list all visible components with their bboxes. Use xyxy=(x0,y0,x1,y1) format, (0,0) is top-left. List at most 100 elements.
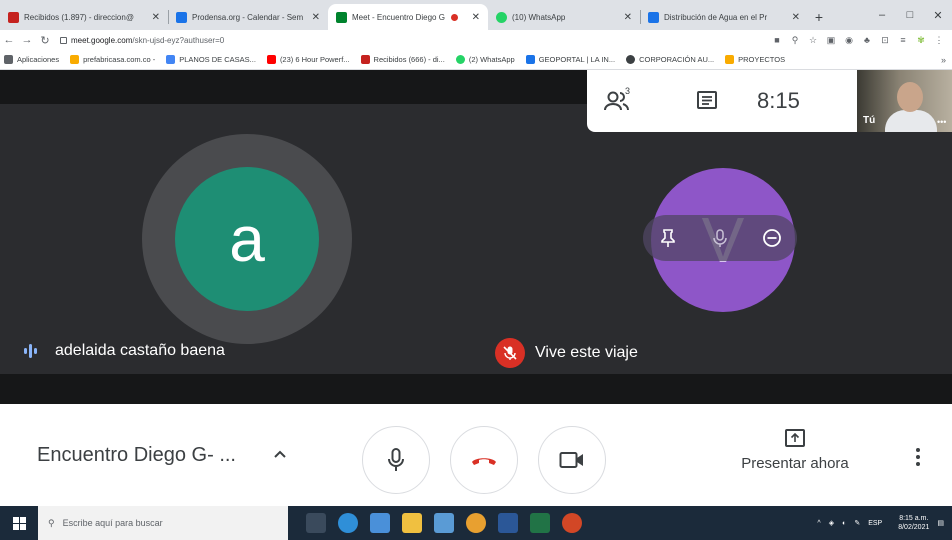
star-icon[interactable]: ☆ xyxy=(804,35,822,46)
bookmarks-overflow-icon[interactable]: » xyxy=(941,55,952,65)
zoom-icon[interactable]: ⚲ xyxy=(786,35,804,46)
tab-title: Recibidos (1.897) - direccion@ xyxy=(24,12,134,22)
cast-icon[interactable]: ⊡ xyxy=(876,35,894,46)
participants-button[interactable]: 3 xyxy=(587,86,647,112)
globe-icon xyxy=(626,55,636,64)
windows-start-button[interactable] xyxy=(0,516,38,530)
chrome-icon[interactable] xyxy=(466,513,486,533)
window-controls: – □ ✕ xyxy=(868,0,952,30)
mic-off-icon xyxy=(495,338,525,368)
camera-button[interactable] xyxy=(538,426,606,494)
extension-icon[interactable]: ◉ xyxy=(840,35,858,46)
close-window-button[interactable]: ✕ xyxy=(924,9,952,22)
extension-icon[interactable]: ≡ xyxy=(894,35,912,45)
browser-tab-active[interactable]: Meet - Encuentro Diego G ✕ xyxy=(328,4,488,30)
chat-icon xyxy=(697,91,717,109)
browser-tab[interactable]: Recibidos (1.897) - direccion@ ✕ xyxy=(0,4,168,30)
stage-bottom-bar xyxy=(0,374,952,404)
whatsapp-icon xyxy=(455,55,465,64)
google-icon xyxy=(166,55,176,64)
bookmark-apps[interactable]: Aplicaciones xyxy=(4,55,59,64)
extension-icon[interactable]: ♣ xyxy=(858,35,876,45)
back-arrow-icon[interactable]: ← xyxy=(0,34,18,46)
pen-icon[interactable]: ✎ xyxy=(854,519,860,527)
taskbar-clock[interactable]: 8:15 a.m. 8/02/2021 xyxy=(890,514,929,532)
bookmark[interactable]: GEOPORTAL | LA IN... xyxy=(525,55,616,64)
store-icon[interactable] xyxy=(370,513,390,533)
self-more-icon[interactable]: ••• xyxy=(937,117,946,127)
meeting-controls: Encuentro Diego G- ... Presentar ahora xyxy=(0,404,952,506)
participant-name: Vive este viaje xyxy=(535,344,638,361)
network-icon[interactable]: ◈ xyxy=(829,519,834,527)
bookmark[interactable]: (2) WhatsApp xyxy=(455,55,515,64)
participant-name-right: Vive este viaje xyxy=(495,338,638,368)
self-video-body xyxy=(885,110,937,132)
bookmark[interactable]: PLANOS DE CASAS... xyxy=(166,55,256,64)
profile-icon[interactable]: ✾ xyxy=(912,35,930,46)
url-field[interactable]: meet.google.com/skn-ujsd-eyz?authuser=0 xyxy=(60,36,224,45)
bookmark[interactable]: PROYECTOS xyxy=(725,55,785,64)
close-tab-icon[interactable]: ✕ xyxy=(146,12,160,23)
browser-tab[interactable]: Prodensa.org - Calendar - Sem ✕ xyxy=(168,4,328,30)
forward-arrow-icon[interactable]: → xyxy=(18,34,36,46)
hang-up-button[interactable] xyxy=(450,426,518,494)
bookmark-label: PLANOS DE CASAS... xyxy=(179,55,256,64)
minimize-button[interactable]: – xyxy=(868,9,896,21)
self-view-tile[interactable]: Tú ••• xyxy=(857,70,952,132)
close-tab-icon[interactable]: ✕ xyxy=(466,12,480,23)
speaking-indicator-icon xyxy=(24,344,39,358)
participant-name: adelaida castaño baena xyxy=(55,342,225,359)
reload-icon[interactable]: ↻ xyxy=(36,34,54,47)
notifications-icon[interactable]: ▤ xyxy=(937,519,944,527)
mute-participant-icon[interactable] xyxy=(709,227,731,249)
more-options-icon[interactable] xyxy=(916,446,920,467)
maximize-button[interactable]: □ xyxy=(896,9,924,21)
meeting-title[interactable]: Encuentro Diego G- ... xyxy=(37,444,236,467)
bookmark-label: GEOPORTAL | LA IN... xyxy=(538,55,616,64)
meeting-clock: 8:15 xyxy=(757,88,800,113)
bookmark[interactable]: Recibidos (666) - di... xyxy=(360,55,445,64)
taskbar-search-input[interactable]: ⚲ Escribe aquí para buscar xyxy=(38,506,288,540)
edge-icon[interactable] xyxy=(338,513,358,533)
microphone-button[interactable] xyxy=(362,426,430,494)
new-tab-button[interactable]: + xyxy=(808,4,830,30)
chevron-up-icon[interactable] xyxy=(272,446,288,467)
app-icon[interactable] xyxy=(434,513,454,533)
whatsapp-icon xyxy=(496,11,507,23)
file-explorer-icon[interactable] xyxy=(402,513,422,533)
volume-icon[interactable]: ◐ xyxy=(842,520,846,527)
bookmark-label: (23) 6 Hour Powerf... xyxy=(279,55,350,64)
tile-hover-actions xyxy=(643,215,797,261)
close-tab-icon[interactable]: ✕ xyxy=(618,12,632,23)
participants-count: 3 xyxy=(625,86,631,96)
bookmark[interactable]: CORPORACIÓN AU... xyxy=(626,55,714,64)
browser-tab[interactable]: (10) WhatsApp ✕ xyxy=(488,4,640,30)
youtube-icon xyxy=(266,55,276,64)
word-icon[interactable] xyxy=(498,513,518,533)
powerpoint-icon[interactable] xyxy=(562,513,582,533)
bookmark[interactable]: prefabricasa.com.co - xyxy=(70,55,155,64)
excel-icon[interactable] xyxy=(530,513,550,533)
site-icon xyxy=(525,55,535,64)
calendar-icon xyxy=(176,11,187,23)
extension-icon[interactable]: ▣ xyxy=(822,35,840,46)
taskbar-date: 8/02/2021 xyxy=(898,524,930,531)
remove-participant-icon[interactable] xyxy=(761,227,783,249)
menu-icon[interactable]: ⋮ xyxy=(930,35,948,46)
browser-tab[interactable]: Distribución de Agua en el Pr ✕ xyxy=(640,4,808,30)
input-language[interactable]: ESP xyxy=(868,520,882,527)
taskbar-time: 8:15 a.m. xyxy=(899,515,929,522)
taskbar-apps xyxy=(306,513,594,533)
meet-icon xyxy=(336,11,347,23)
close-tab-icon[interactable]: ✕ xyxy=(786,12,800,23)
camera-indicator-icon[interactable]: ■ xyxy=(768,35,786,45)
present-now-button[interactable]: Presentar ahora xyxy=(730,429,860,472)
bookmark[interactable]: (23) 6 Hour Powerf... xyxy=(266,55,350,64)
task-view-icon[interactable] xyxy=(306,513,326,533)
site-icon xyxy=(70,55,80,64)
chevron-up-icon[interactable]: ^ xyxy=(817,520,820,527)
pin-icon[interactable] xyxy=(657,227,679,249)
chat-button[interactable] xyxy=(677,90,737,112)
close-tab-icon[interactable]: ✕ xyxy=(306,12,320,23)
extensions-row: ■ ⚲ ☆ ▣ ◉ ♣ ⊡ ≡ ✾ ⋮ xyxy=(768,35,952,46)
